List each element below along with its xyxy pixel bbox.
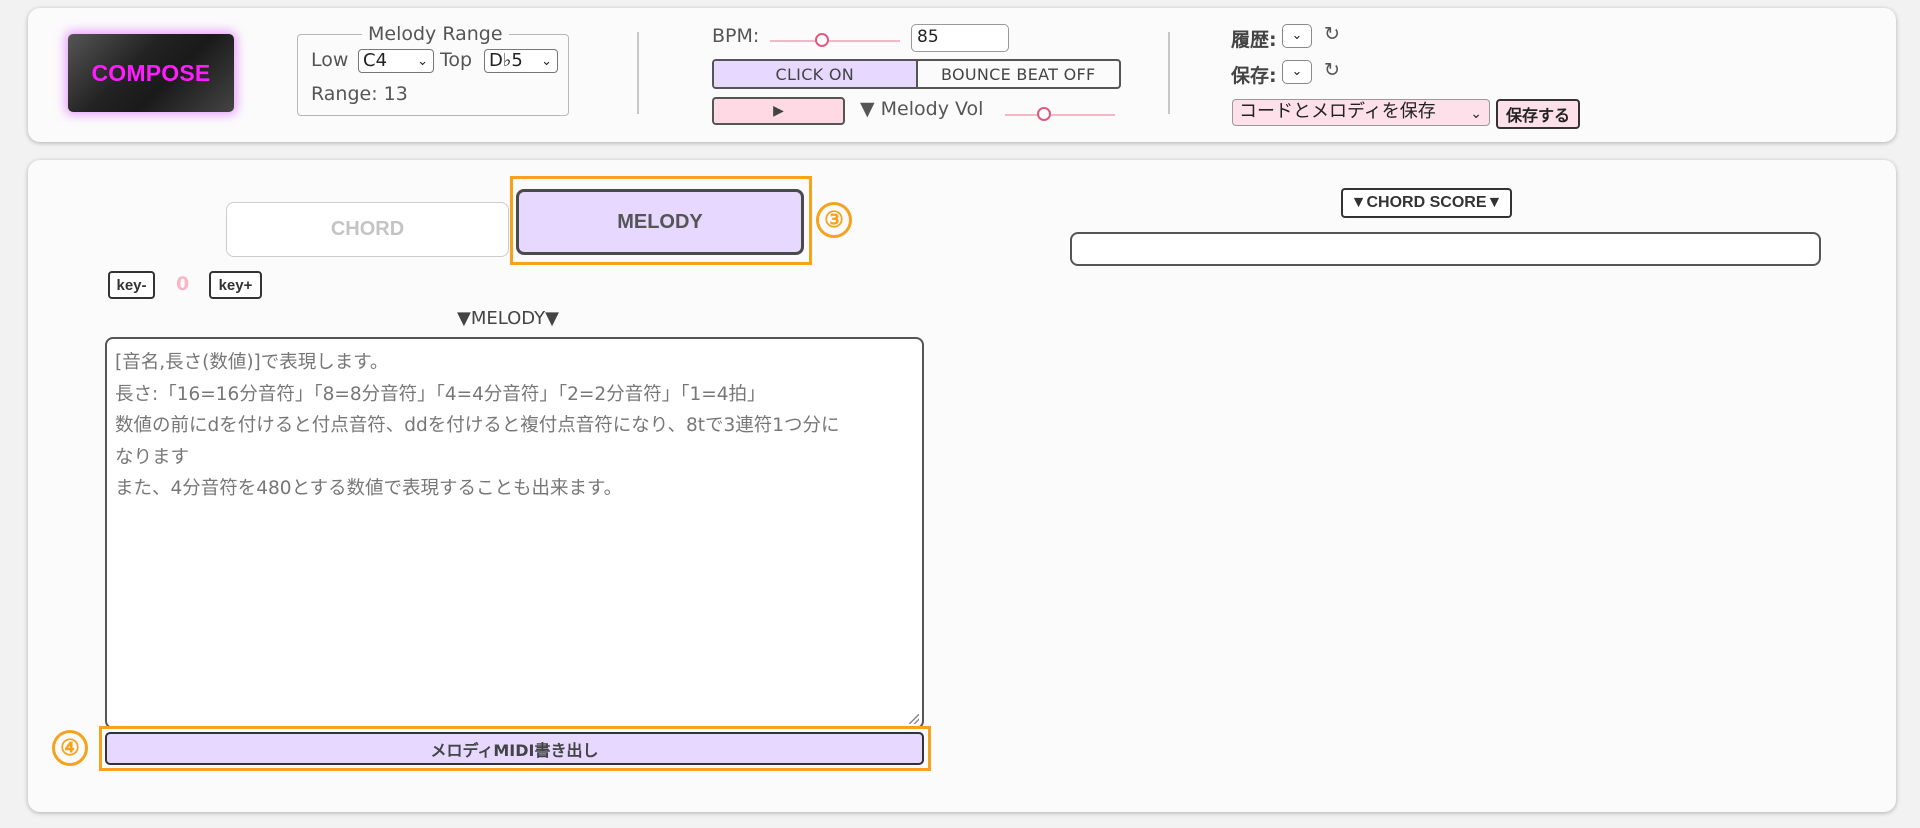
melody-section-title: ▼MELODY▼ xyxy=(457,308,560,329)
chevron-down-icon: ⌄ xyxy=(1291,28,1303,43)
step-badge-3: ③ xyxy=(816,202,852,238)
placeholder-line: 数値の前にdを付けると付点音符、ddを付けると複付点音符になり、8tで3連符1つ… xyxy=(115,415,840,436)
melody-range-group: Melody Range Low C4 ⌄ Top D♭5 ⌄ Range: 1… xyxy=(297,23,569,116)
placeholder-line: また、4分音符を480とする数値で表現することも出来ます。 xyxy=(115,478,623,499)
placeholder-line: なります xyxy=(115,446,190,468)
melody-range-legend: Melody Range xyxy=(362,23,509,45)
divider xyxy=(1168,32,1170,114)
top-note-value: D♭5 xyxy=(489,50,523,71)
save-slot-select[interactable]: ⌄ xyxy=(1282,60,1312,84)
bounce-beat-button[interactable]: BOUNCE BEAT OFF xyxy=(915,61,1120,87)
main-panel: CHORD MELODY ③ key- 0 key+ ▼MELODY▼ [音名,… xyxy=(28,160,1896,812)
play-icon: ▶ xyxy=(773,103,784,119)
melody-vol-slider[interactable] xyxy=(1005,114,1115,116)
chevron-down-icon: ⌄ xyxy=(417,54,428,69)
history-select[interactable]: ⌄ xyxy=(1282,24,1312,48)
play-button[interactable]: ▶ xyxy=(712,97,845,125)
chord-score-title: ▼CHORD SCORE▼ xyxy=(1341,188,1512,218)
melody-midi-export-button[interactable]: メロディMIDI書き出し xyxy=(105,732,924,765)
melody-vol-label: ▼ Melody Vol xyxy=(860,98,984,120)
key-minus-button[interactable]: key- xyxy=(108,271,155,299)
top-label: Top xyxy=(440,49,473,71)
placeholder-line: [音名,長さ(数値)]で表現します。 xyxy=(115,352,389,373)
low-label: Low xyxy=(311,49,349,71)
top-control-panel: COMPOSE Melody Range Low C4 ⌄ Top D♭5 ⌄ … xyxy=(28,8,1896,142)
placeholder-line: 長さ:「16=16分音符」「8=8分音符」「4=4分音符」「2=2分音符」「1=… xyxy=(115,383,766,405)
tab-melody[interactable]: MELODY xyxy=(516,189,804,255)
save-button[interactable]: 保存する xyxy=(1496,99,1580,129)
range-text: Range: 13 xyxy=(311,83,408,105)
compose-button[interactable]: COMPOSE xyxy=(68,34,234,112)
step-badge-4: ④ xyxy=(52,730,88,766)
click-bounce-toggle: CLICK ON BOUNCE BEAT OFF xyxy=(712,59,1121,89)
key-value: 0 xyxy=(176,273,190,295)
tab-chord[interactable]: CHORD xyxy=(226,202,509,257)
low-note-value: C4 xyxy=(363,50,388,71)
save-type-select[interactable]: コードとメロディを保存 ⌄ xyxy=(1232,99,1490,126)
divider xyxy=(637,32,639,114)
bpm-slider[interactable] xyxy=(770,40,900,42)
bpm-label: BPM: xyxy=(712,25,760,47)
chevron-down-icon: ⌄ xyxy=(541,54,552,69)
save-refresh-icon[interactable]: ↻ xyxy=(1324,59,1340,81)
click-on-button[interactable]: CLICK ON xyxy=(714,61,916,87)
melody-vol-slider-thumb[interactable] xyxy=(1036,107,1051,121)
save-label: 保存: xyxy=(1231,65,1277,87)
chevron-down-icon: ⌄ xyxy=(1291,64,1303,79)
top-note-select[interactable]: D♭5 ⌄ xyxy=(484,49,558,73)
bpm-input[interactable]: 85 xyxy=(911,24,1009,52)
melody-textarea[interactable]: [音名,長さ(数値)]で表現します。 長さ:「16=16分音符」「8=8分音符」… xyxy=(105,337,924,729)
chord-score-area xyxy=(1070,232,1821,266)
bpm-slider-thumb[interactable] xyxy=(815,33,829,47)
history-label: 履歴: xyxy=(1231,29,1277,51)
key-plus-button[interactable]: key+ xyxy=(209,271,262,299)
resize-handle-icon[interactable] xyxy=(909,714,919,724)
chevron-down-icon: ⌄ xyxy=(1470,106,1482,122)
low-note-select[interactable]: C4 ⌄ xyxy=(358,49,434,73)
history-refresh-icon[interactable]: ↻ xyxy=(1324,23,1340,45)
save-type-value: コードとメロディを保存 xyxy=(1239,101,1436,122)
